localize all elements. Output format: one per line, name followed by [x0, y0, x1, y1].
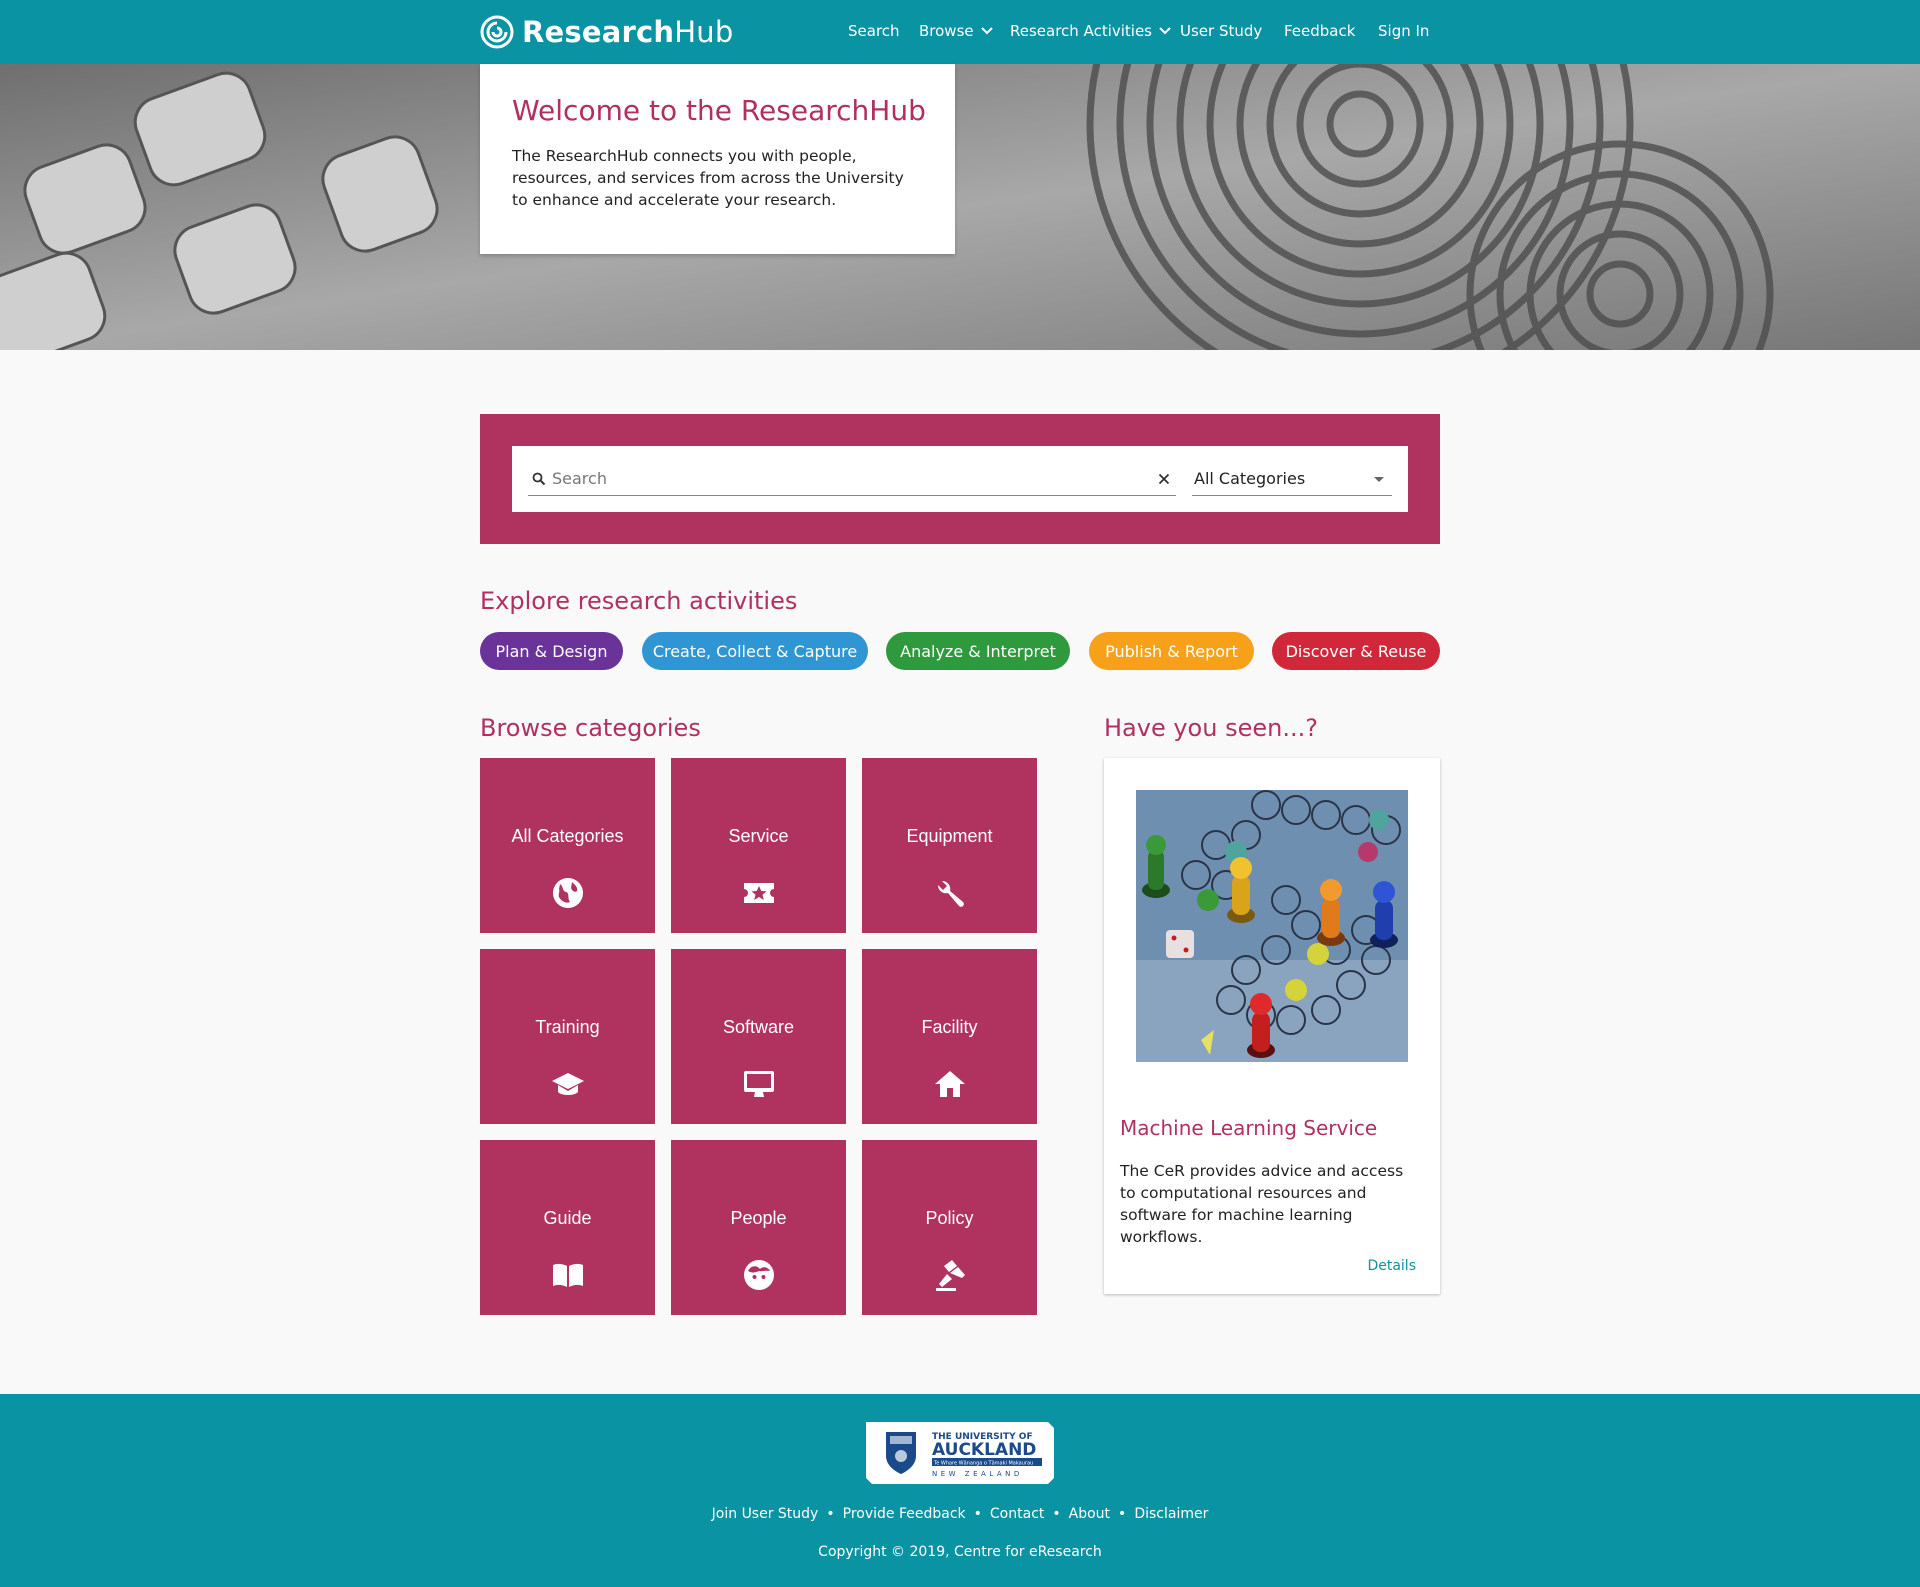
- close-icon[interactable]: [1156, 471, 1172, 487]
- carving-background-image: [0, 64, 1920, 350]
- category-tile-software[interactable]: Software: [671, 949, 846, 1124]
- graduation-cap-icon: [552, 1073, 584, 1095]
- browse-title: Browse categories: [480, 714, 701, 742]
- tile-label: Training: [535, 1017, 600, 1037]
- copyright-text: Copyright © 2019, Centre for eResearch: [818, 1544, 1102, 1560]
- brand-name: ResearchHub: [522, 15, 733, 49]
- search-band: All Categories: [480, 414, 1440, 544]
- tile-label: Policy: [925, 1208, 974, 1228]
- footer-link-disclaimer[interactable]: Disclaimer: [1134, 1506, 1208, 1522]
- nav-feedback-label: Feedback: [1284, 22, 1356, 40]
- tile-label: All Categories: [511, 826, 624, 846]
- nav-user-study[interactable]: User Study: [1180, 22, 1262, 40]
- bullet-separator: •: [973, 1506, 982, 1522]
- category-tile-all-categories[interactable]: All Categories: [480, 758, 655, 933]
- logo-line3: Te Whare Wānanga o Tāmaki Makaurau: [933, 1461, 1033, 1467]
- nav-sign-in[interactable]: Sign In: [1378, 22, 1429, 40]
- top-navbar: ResearchHub Search Browse Research Activ…: [0, 0, 1920, 64]
- category-tile-facility[interactable]: Facility: [862, 949, 1037, 1124]
- activity-label: Plan & Design: [495, 641, 608, 661]
- tile-label: Service: [728, 826, 789, 846]
- activity-label: Create, Collect & Capture: [652, 641, 858, 661]
- category-tile-guide[interactable]: Guide: [480, 1140, 655, 1315]
- details-link[interactable]: Details: [1367, 1258, 1416, 1274]
- footer-links: Join User Study • Provide Feedback • Contact…: [0, 1506, 1920, 1522]
- seen-title: Have you seen...?: [1104, 714, 1318, 742]
- board-game-image: [1136, 790, 1408, 1062]
- footer-link-about[interactable]: About: [1069, 1506, 1110, 1522]
- search-field: [528, 462, 1176, 496]
- bullet-separator: •: [826, 1506, 835, 1522]
- nav-feedback[interactable]: Feedback: [1284, 22, 1355, 40]
- tile-label: Facility: [921, 1017, 978, 1037]
- welcome-text: The ResearchHub connects you with people…: [512, 147, 904, 209]
- category-select[interactable]: All Categories: [1192, 462, 1392, 496]
- category-tile-service[interactable]: Service: [671, 758, 846, 933]
- category-tile-people[interactable]: People: [671, 1140, 846, 1315]
- nav-browse-label: Browse: [919, 22, 974, 40]
- activity-analyze-interpret-button[interactable]: Analyze & Interpret: [886, 632, 1070, 670]
- footer: THE UNIVERSITY OF AUCKLAND Te Whare Wāna…: [0, 1394, 1920, 1587]
- nav-search-label: Search: [848, 22, 900, 40]
- logo-line4: NEW ZEALAND: [932, 1470, 1023, 1478]
- tile-label: People: [730, 1208, 787, 1228]
- search-icon: [532, 472, 546, 485]
- globe-icon: [553, 878, 583, 908]
- monitor-icon: [744, 1071, 774, 1097]
- book-icon: [553, 1263, 583, 1287]
- nav-research-activities[interactable]: Research Activities: [1010, 22, 1172, 40]
- welcome-title: Welcome to the ResearchHub: [512, 94, 926, 127]
- activity-discover-reuse-button[interactable]: Discover & Reuse: [1272, 632, 1440, 670]
- brand-logo-link[interactable]: ResearchHub: [480, 14, 733, 50]
- featured-card-title: Machine Learning Service: [1120, 1116, 1378, 1140]
- nav-user-study-label: User Study: [1180, 22, 1263, 40]
- brand-name-light: Hub: [674, 15, 734, 49]
- footer-link-join-user-study[interactable]: Join User Study: [712, 1506, 819, 1522]
- brand-name-bold: Research: [522, 15, 675, 49]
- wrench-icon: [937, 880, 964, 907]
- spiral-logo-icon: [480, 15, 514, 49]
- featured-card-text: The CeR provides advice and access to co…: [1120, 1162, 1404, 1246]
- featured-card[interactable]: Machine Learning Service The CeR provide…: [1104, 758, 1440, 1294]
- bullet-separator: •: [1052, 1506, 1061, 1522]
- activity-label: Publish & Report: [1105, 641, 1238, 661]
- nav-research-activities-label: Research Activities: [1010, 22, 1153, 40]
- footer-link-provide-feedback[interactable]: Provide Feedback: [843, 1506, 966, 1522]
- chevron-down-icon: [1159, 27, 1171, 35]
- chevron-down-icon: [980, 27, 993, 35]
- dropdown-arrow-icon: [1374, 476, 1384, 482]
- category-tile-equipment[interactable]: Equipment: [862, 758, 1037, 933]
- tile-label: Guide: [543, 1208, 592, 1228]
- nav-sign-in-label: Sign In: [1378, 22, 1430, 40]
- category-select-value: All Categories: [1194, 469, 1306, 488]
- gavel-icon: [936, 1260, 965, 1291]
- activity-publish-report-button[interactable]: Publish & Report: [1089, 632, 1254, 670]
- nav-browse[interactable]: Browse: [919, 22, 994, 40]
- university-of-auckland-logo[interactable]: THE UNIVERSITY OF AUCKLAND Te Whare Wāna…: [866, 1422, 1054, 1484]
- activity-create-collect-capture-button[interactable]: Create, Collect & Capture: [642, 632, 868, 670]
- tile-label: Equipment: [906, 826, 993, 846]
- welcome-card: Welcome to the ResearchHub The ResearchH…: [480, 64, 955, 254]
- activity-label: Discover & Reuse: [1285, 641, 1427, 661]
- category-tile-policy[interactable]: Policy: [862, 1140, 1037, 1315]
- home-icon: [935, 1071, 965, 1097]
- search-input[interactable]: [552, 463, 1156, 494]
- bullet-separator: •: [1118, 1506, 1127, 1522]
- logo-line2: AUCKLAND: [932, 1440, 1036, 1460]
- tile-label: Software: [722, 1017, 795, 1037]
- activities-title: Explore research activities: [480, 587, 798, 615]
- activity-plan-design-button[interactable]: Plan & Design: [480, 632, 623, 670]
- search-box: All Categories: [512, 446, 1408, 512]
- face-icon: [744, 1260, 774, 1290]
- category-tile-training[interactable]: Training: [480, 949, 655, 1124]
- activity-label: Analyze & Interpret: [900, 641, 1056, 661]
- nav-search[interactable]: Search: [848, 22, 900, 40]
- ticket-star-icon: [744, 883, 774, 903]
- footer-link-contact[interactable]: Contact: [990, 1506, 1044, 1522]
- hero-banner: [0, 64, 1920, 350]
